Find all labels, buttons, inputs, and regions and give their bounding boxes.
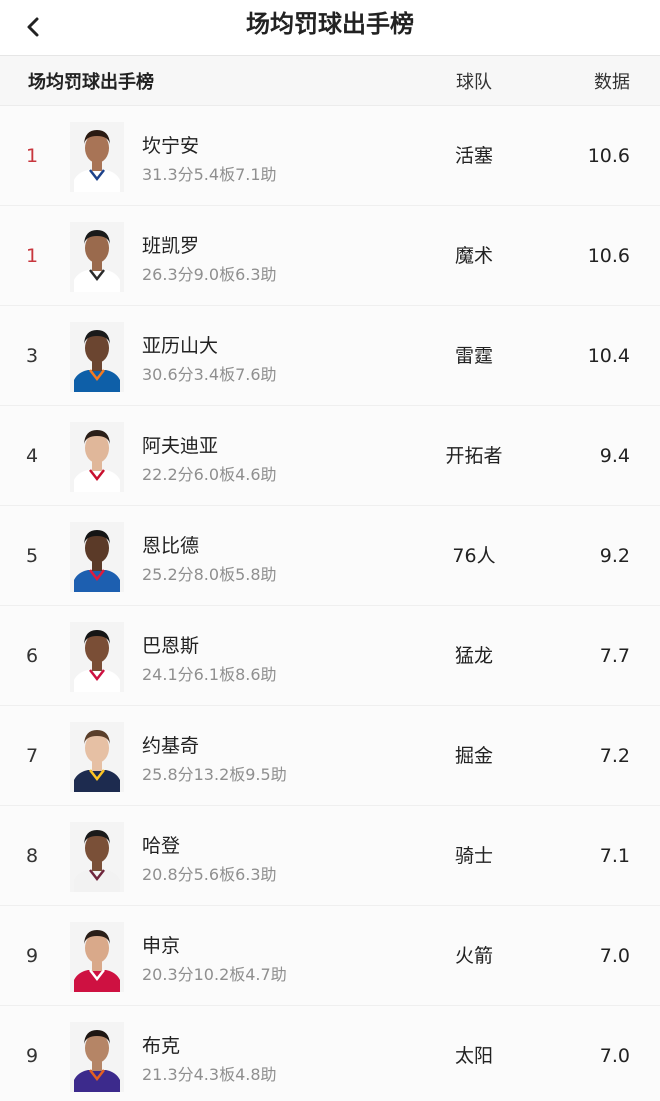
player-avatar xyxy=(70,522,124,592)
table-row[interactable]: 7 约基奇 25.8分13.2板9.5助 掘金 7.2 xyxy=(0,706,660,806)
stat-value: 9.2 xyxy=(599,545,630,567)
player-avatar xyxy=(70,722,124,792)
player-stats: 25.8分13.2板9.5助 xyxy=(142,765,287,784)
data-column-header: 数据 xyxy=(594,72,630,93)
table-row[interactable]: 1 班凯罗 26.3分9.0板6.3助 魔术 10.6 xyxy=(0,206,660,306)
player-name: 班凯罗 xyxy=(142,235,200,257)
stat-value: 7.7 xyxy=(599,645,630,667)
stat-value: 7.2 xyxy=(599,745,630,767)
team-name: 火箭 xyxy=(454,945,494,967)
stat-value: 7.0 xyxy=(599,1045,630,1067)
rank-number: 9 xyxy=(26,1045,39,1067)
table-row[interactable]: 8 哈登 20.8分5.6板6.3助 骑士 7.1 xyxy=(0,806,660,906)
team-column-header: 球队 xyxy=(456,72,492,93)
player-stats: 24.1分6.1板8.6助 xyxy=(142,665,277,684)
table-row[interactable]: 6 巴恩斯 24.1分6.1板8.6助 猛龙 7.7 xyxy=(0,606,660,706)
rank-number: 5 xyxy=(26,545,39,567)
rank-number: 8 xyxy=(26,845,39,867)
table-row[interactable]: 9 申京 20.3分10.2板4.7助 火箭 7.0 xyxy=(0,906,660,1006)
player-name: 恩比德 xyxy=(142,535,200,557)
rank-number: 3 xyxy=(26,345,39,367)
rank-number: 1 xyxy=(26,145,39,167)
player-stats: 22.2分6.0板4.6助 xyxy=(142,465,277,484)
stat-value: 7.0 xyxy=(599,945,630,967)
team-name: 太阳 xyxy=(454,1045,494,1067)
rank-number: 6 xyxy=(26,645,39,667)
player-avatar xyxy=(70,322,124,392)
rank-number: 4 xyxy=(26,445,39,467)
table-row[interactable]: 4 阿夫迪亚 22.2分6.0板4.6助 开拓者 9.4 xyxy=(0,406,660,506)
player-avatar xyxy=(70,422,124,492)
team-name: 猛龙 xyxy=(454,645,494,667)
stat-value: 10.4 xyxy=(587,345,630,367)
team-name: 骑士 xyxy=(454,845,494,867)
team-name: 魔术 xyxy=(454,245,494,267)
player-avatar xyxy=(70,1022,124,1092)
table-row[interactable]: 5 恩比德 25.2分8.0板5.8助 76人 9.2 xyxy=(0,506,660,606)
table-row[interactable]: 3 亚历山大 30.6分3.4板7.6助 雷霆 10.4 xyxy=(0,306,660,406)
stat-value: 9.4 xyxy=(599,445,630,467)
player-stats: 21.3分4.3板4.8助 xyxy=(142,1065,277,1084)
player-name: 亚历山大 xyxy=(142,335,219,357)
player-avatar xyxy=(70,222,124,292)
player-avatar xyxy=(70,822,124,892)
rank-number: 7 xyxy=(26,745,39,767)
player-name: 约基奇 xyxy=(142,735,200,757)
player-stats: 25.2分8.0板5.8助 xyxy=(142,565,277,584)
player-stats: 20.3分10.2板4.7助 xyxy=(142,965,287,984)
player-avatar xyxy=(70,922,124,992)
page-title: 场均罚球出手榜 xyxy=(246,10,414,38)
player-avatar xyxy=(70,622,124,692)
table-row[interactable]: 1 坎宁安 31.3分5.4板7.1助 活塞 10.6 xyxy=(0,106,660,206)
table-header: 场均罚球出手榜 球队 数据 xyxy=(0,56,660,106)
stat-value: 7.1 xyxy=(599,845,630,867)
rank-number: 9 xyxy=(26,945,39,967)
player-name: 巴恩斯 xyxy=(142,635,200,657)
stat-value: 10.6 xyxy=(587,145,630,167)
list-title: 场均罚球出手榜 xyxy=(28,72,154,93)
team-name: 活塞 xyxy=(454,145,494,167)
ranking-list: 1 坎宁安 31.3分5.4板7.1助 活塞 10.6 1 班凯罗 26.3分9… xyxy=(0,106,660,1101)
player-stats: 20.8分5.6板6.3助 xyxy=(142,865,277,884)
player-name: 坎宁安 xyxy=(142,135,200,157)
table-row[interactable]: 9 布克 21.3分4.3板4.8助 太阳 7.0 xyxy=(0,1006,660,1101)
player-stats: 26.3分9.0板6.3助 xyxy=(142,265,277,284)
player-avatar xyxy=(70,122,124,192)
team-name: 掘金 xyxy=(454,745,494,767)
team-name: 开拓者 xyxy=(445,445,503,467)
player-stats: 31.3分5.4板7.1助 xyxy=(142,165,277,184)
stat-value: 10.6 xyxy=(587,245,630,267)
player-stats: 30.6分3.4板7.6助 xyxy=(142,365,277,384)
team-name: 雷霆 xyxy=(454,345,494,367)
player-name: 哈登 xyxy=(142,835,181,857)
team-name: 76人 xyxy=(452,545,496,567)
player-name: 阿夫迪亚 xyxy=(142,435,219,457)
rank-number: 1 xyxy=(26,245,39,267)
top-nav-bar: 场均罚球出手榜 xyxy=(0,0,660,56)
player-name: 申京 xyxy=(142,935,181,957)
player-name: 布克 xyxy=(142,1035,181,1057)
